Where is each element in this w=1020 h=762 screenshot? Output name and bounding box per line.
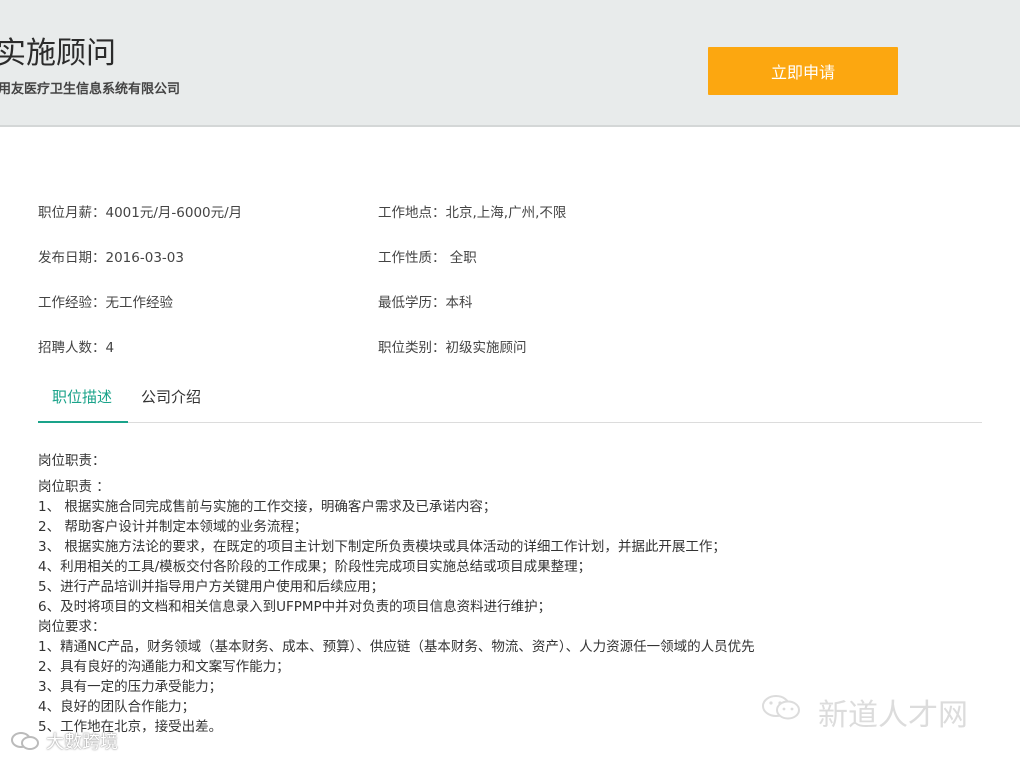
- experience-info: 工作经验：无工作经验: [38, 295, 173, 311]
- watermark-right: 新道人才网: [818, 698, 968, 733]
- location-info: 工作地点：北京,上海,广州,不限: [378, 205, 567, 221]
- wechat-watermark-icon-small: [11, 732, 39, 750]
- description-heading: 岗位职责：: [38, 453, 106, 469]
- tab-company-intro[interactable]: 公司介绍: [141, 386, 201, 407]
- publish-date-info: 发布日期：2016-03-03: [38, 250, 184, 266]
- description-line: 2、具有良好的沟通能力和文案写作能力；: [38, 659, 290, 675]
- category-info: 职位类别：初级实施顾问: [378, 340, 527, 356]
- watermark-left: 大數跨境: [46, 732, 118, 753]
- description-line: 4、利用相关的工具/模板交付各阶段的工作成果；阶段性完成项目实施总结或项目成果整…: [38, 559, 592, 575]
- description-line: 2、 帮助客户设计并制定本领域的业务流程；: [38, 519, 308, 535]
- wechat-watermark-icon: [762, 695, 800, 720]
- job-type-info: 工作性质： 全职: [378, 250, 477, 266]
- description-line: 3、 根据实施方法论的要求，在既定的项目主计划下制定所负责模块或具体活动的详细工…: [38, 539, 726, 555]
- salary-info: 职位月薪：4001元/月-6000元/月: [38, 205, 243, 221]
- tab-job-description[interactable]: 职位描述: [52, 386, 112, 407]
- education-info: 最低学历：本科: [378, 295, 473, 311]
- company-name[interactable]: 用友医疗卫生信息系统有限公司: [0, 78, 180, 97]
- active-tab-indicator: [38, 421, 128, 423]
- description-line: 1、精通NC产品，财务领域（基本财务、成本、预算）、供应链（基本财务、物流、资产…: [38, 639, 755, 655]
- headcount-info: 招聘人数：4: [38, 340, 115, 356]
- description-line: 岗位要求：: [38, 619, 106, 635]
- description-line: 5、进行产品培训并指导用户方关键用户使用和后续应用；: [38, 579, 385, 595]
- description-line: 6、及时将项目的文档和相关信息录入到UFPMP中并对负责的项目信息资料进行维护；: [38, 599, 552, 615]
- tab-divider: [38, 422, 982, 423]
- description-line: 1、 根据实施合同完成售前与实施的工作交接，明确客户需求及已承诺内容；: [38, 499, 497, 515]
- description-line: 岗位职责 ：: [38, 479, 110, 495]
- job-header: 实施顾问 用友医疗卫生信息系统有限公司 立即申请: [0, 0, 1020, 127]
- apply-button[interactable]: 立即申请: [708, 47, 898, 95]
- job-title: 实施顾问: [0, 36, 116, 71]
